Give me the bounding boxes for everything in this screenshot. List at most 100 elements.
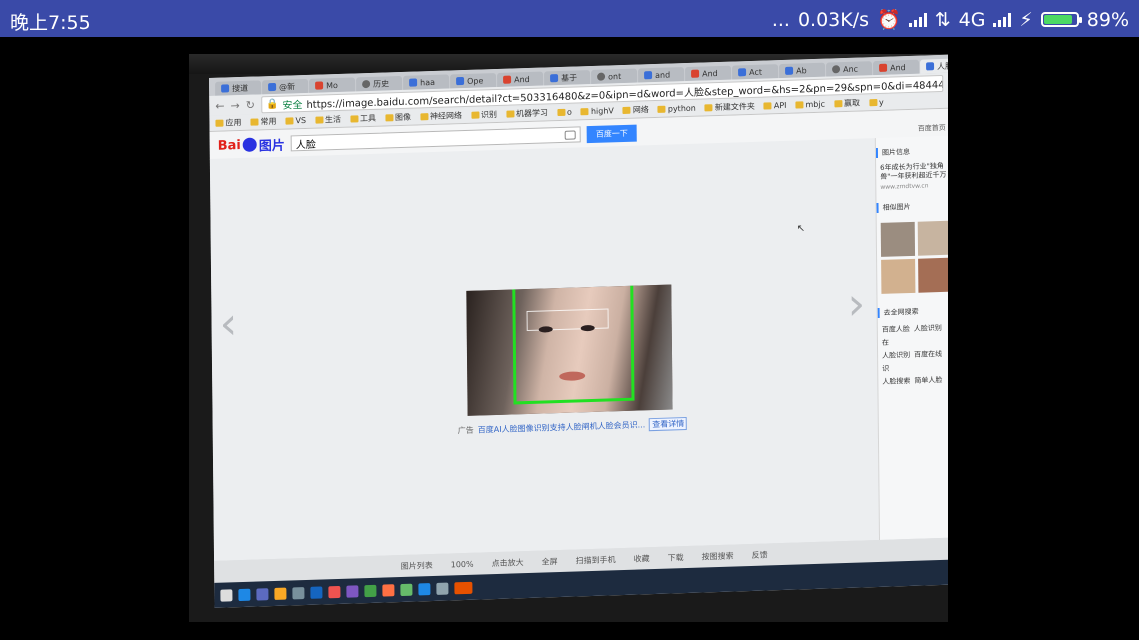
- folder-icon: [795, 101, 804, 109]
- bookmark-item[interactable]: 应用: [215, 117, 242, 129]
- next-image-arrow[interactable]: ›: [847, 278, 865, 330]
- bookmark-item[interactable]: mbjc: [795, 100, 825, 110]
- start-icon[interactable]: [220, 588, 233, 602]
- toolbar-item[interactable]: 按图搜索: [702, 550, 734, 562]
- bookmark-item[interactable]: o: [556, 108, 572, 117]
- back-icon[interactable]: ←: [215, 99, 224, 112]
- toolbar-item[interactable]: 下载: [668, 552, 684, 563]
- browser-tab[interactable]: Anc: [826, 61, 873, 77]
- image-info-text[interactable]: 6年成长为行业"独角兽"一年获利超近千万: [876, 162, 948, 182]
- view-detail-button[interactable]: 查看详情: [649, 416, 688, 432]
- baidu-home-link[interactable]: 百度首页: [918, 123, 946, 134]
- browser-tab[interactable]: Ope: [450, 72, 497, 89]
- bookmark-item[interactable]: 网络: [622, 104, 649, 116]
- bookmark-label: python: [667, 103, 696, 114]
- similar-images-title: 相似图片: [876, 200, 948, 214]
- browser-tab[interactable]: haa: [403, 74, 450, 90]
- browser-tab[interactable]: 基于: [544, 70, 591, 86]
- browser-tab[interactable]: 搜道: [215, 80, 262, 96]
- wechat-icon[interactable]: [400, 583, 413, 596]
- toolbar-item[interactable]: 100%: [451, 559, 474, 569]
- folder-icon[interactable]: [274, 587, 287, 600]
- bookmark-item[interactable]: VS: [285, 116, 306, 126]
- folder-icon: [215, 119, 224, 127]
- app-icon[interactable]: [310, 585, 323, 599]
- app-icon[interactable]: [382, 583, 395, 597]
- bookmark-item[interactable]: python: [657, 103, 696, 114]
- toolbar-item[interactable]: 点击放大: [492, 557, 524, 569]
- folder-icon: [349, 115, 359, 123]
- bookmark-item[interactable]: API: [763, 101, 787, 111]
- toolbar-item[interactable]: 图片列表: [401, 559, 433, 571]
- app-icon[interactable]: [364, 584, 377, 597]
- similar-thumb[interactable]: [881, 258, 916, 294]
- bookmark-item[interactable]: 机器学习: [505, 107, 548, 119]
- tab-label: And: [702, 68, 718, 79]
- app-icon[interactable]: [256, 587, 269, 601]
- browser-tab[interactable]: 人脸: [920, 58, 948, 74]
- similar-thumb[interactable]: [917, 220, 948, 256]
- status-bar: 晚上7:55 ... 0.03K/s ⏰ ⇅ 4G ⚡ 89%: [0, 0, 1139, 37]
- forward-icon[interactable]: →: [230, 99, 239, 112]
- browser-tab[interactable]: And: [873, 59, 920, 76]
- bookmark-item[interactable]: highV: [580, 106, 614, 116]
- toolbar-item[interactable]: 全屏: [542, 556, 558, 567]
- tab-favicon-icon: [879, 63, 888, 72]
- bookmark-item[interactable]: y: [868, 98, 884, 107]
- edge-icon[interactable]: [238, 588, 251, 601]
- browser-tab[interactable]: Act: [732, 64, 779, 80]
- bookmark-item[interactable]: 神经网络: [419, 110, 462, 122]
- folder-icon: [250, 118, 259, 126]
- bookmark-label: 赢取: [843, 98, 861, 109]
- bookmark-label: 新建文件夹: [714, 101, 755, 113]
- tab-label: Act: [749, 67, 763, 77]
- browser-tab[interactable]: @新: [262, 78, 309, 95]
- browser-tab[interactable]: And: [497, 71, 544, 87]
- battery-icon: [1040, 12, 1082, 27]
- bookmark-item[interactable]: 图像: [384, 112, 412, 124]
- bookmark-item[interactable]: 新建文件夹: [704, 101, 755, 114]
- browser-tab[interactable]: ont: [591, 68, 638, 84]
- search-button[interactable]: 百度一下: [586, 124, 637, 143]
- tab-label: haa: [420, 77, 436, 87]
- browser-tab[interactable]: Ab: [779, 62, 826, 79]
- app-icon[interactable]: [292, 586, 305, 599]
- related-search-link[interactable]: 人脸搜索: [882, 377, 910, 386]
- face-image[interactable]: [466, 284, 673, 416]
- similar-thumb[interactable]: [880, 221, 916, 257]
- related-search-link[interactable]: 人脸识别: [882, 351, 910, 360]
- baidu-logo[interactable]: Bai 图片: [218, 134, 285, 155]
- prev-image-arrow[interactable]: ‹: [219, 298, 237, 350]
- similar-thumb[interactable]: [918, 257, 948, 293]
- logo-tupian: 图片: [258, 138, 285, 154]
- similar-thumbs: [877, 217, 948, 298]
- toolbar-item[interactable]: 反馈: [752, 549, 768, 560]
- related-search-link[interactable]: 简单人脸: [914, 376, 942, 385]
- bookmark-item[interactable]: 常用: [250, 116, 277, 128]
- secure-label: 安全: [282, 99, 303, 112]
- folder-icon: [868, 99, 878, 107]
- reload-icon[interactable]: ↻: [246, 98, 255, 111]
- related-search-link[interactable]: 百度人脸: [882, 325, 910, 334]
- browser-tab[interactable]: and: [638, 67, 685, 83]
- toolbar-item[interactable]: 扫描到手机: [576, 554, 616, 566]
- bookmark-item[interactable]: 识别: [470, 109, 497, 121]
- bookmark-label: 图像: [394, 112, 412, 123]
- ad-link[interactable]: 百度AI人脸图像识别支持人脸闸机人脸会员识...: [478, 419, 646, 435]
- browser-tab[interactable]: Mo: [309, 77, 356, 93]
- word-icon[interactable]: [418, 582, 431, 595]
- bookmark-item[interactable]: 赢取: [833, 98, 861, 110]
- camera-icon[interactable]: [564, 129, 576, 140]
- bookmark-item[interactable]: 工具: [349, 113, 376, 125]
- browser-tab[interactable]: And: [685, 65, 732, 82]
- folder-icon: [704, 104, 713, 112]
- status-icons: ... 0.03K/s ⏰ ⇅ 4G ⚡ 89%: [772, 8, 1129, 32]
- toolbar-item[interactable]: 收藏: [634, 553, 650, 564]
- app-icon[interactable]: [436, 582, 449, 595]
- app-icon[interactable]: [454, 581, 473, 594]
- visual-studio-icon[interactable]: [346, 584, 359, 598]
- chrome-icon[interactable]: [328, 585, 341, 598]
- bookmark-item[interactable]: 生活: [314, 114, 341, 126]
- browser-tab[interactable]: 历史: [356, 75, 403, 92]
- lock-icon: 🔒: [265, 98, 279, 110]
